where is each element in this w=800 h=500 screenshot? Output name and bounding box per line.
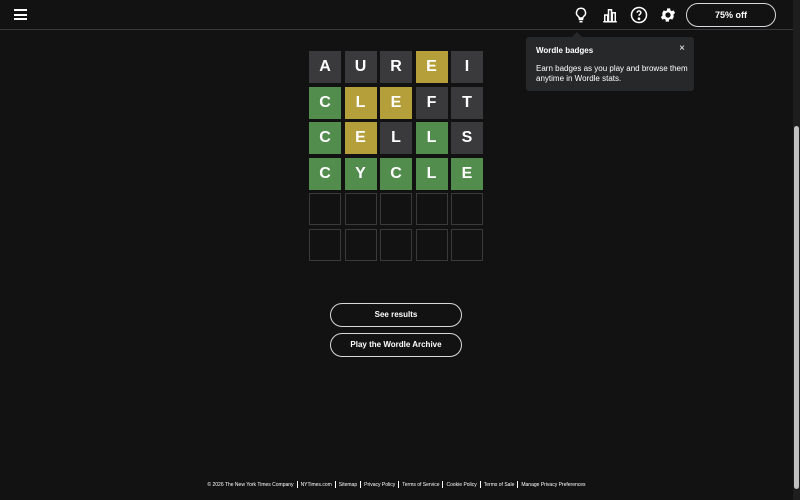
letter-tile: E [380,86,412,119]
empty-tile [415,193,448,225]
empty-tile [344,193,377,225]
empty-tile [451,228,483,261]
letter-tile: E [415,51,448,83]
letter-tile: C [309,86,341,119]
letter-tile: I [451,51,483,83]
empty-tile [309,228,341,261]
board-row: CYCLE [309,157,483,190]
letter-tile: C [309,122,341,154]
board-row: CLEFT [309,86,483,119]
tooltip-body: Earn badges as you play and browse them … [536,64,688,83]
empty-tile [344,228,377,261]
letter-tile: U [344,51,377,83]
board-row: AUREI [309,51,483,83]
letter-tile: L [344,86,377,119]
footer-copyright: © 2026 The New York Times Company [207,481,294,488]
empty-tile [380,228,412,261]
footer-link-sitemap[interactable]: Sitemap [336,482,360,488]
scrollbar[interactable] [793,0,800,500]
footer-link-privacy-policy[interactable]: Privacy Policy [361,482,398,488]
letter-tile: R [380,51,412,83]
stats-icon[interactable] [601,6,619,24]
board-row [309,193,483,225]
footer: © 2026 The New York Times Company NYTimes… [0,481,793,488]
see-results-button[interactable]: See results [330,303,462,327]
badges-tooltip: Wordle badges × Earn badges as you play … [526,37,694,91]
empty-tile [451,193,483,225]
board-row: CELLS [309,122,483,154]
letter-tile: E [344,122,377,154]
empty-tile [380,193,412,225]
letter-tile: C [380,157,412,190]
footer-link-manage-privacy[interactable]: Manage Privacy Preferences [518,482,588,488]
letter-tile: E [451,157,483,190]
footer-link-nytimes[interactable]: NYTimes.com [298,482,335,488]
scrollbar-thumb[interactable] [794,126,799,489]
footer-link-cookie-policy[interactable]: Cookie Policy [443,482,479,488]
letter-tile: C [309,157,341,190]
play-archive-button[interactable]: Play the Wordle Archive [330,333,462,357]
gear-icon[interactable] [659,6,677,24]
footer-link-terms-of-sale[interactable]: Terms of Sale [481,482,518,488]
menu-icon[interactable] [14,9,27,20]
subscribe-button[interactable]: 75% off [686,3,776,27]
game-board: AUREICLEFTCELLSCYCLE [309,51,483,264]
letter-tile: Y [344,157,377,190]
letter-tile: L [415,122,448,154]
letter-tile: L [415,157,448,190]
letter-tile: S [451,122,483,154]
footer-link-terms-of-service[interactable]: Terms of Service [399,482,442,488]
top-navigation-bar: 75% off [0,0,793,30]
letter-tile: F [415,86,448,119]
empty-tile [415,228,448,261]
help-icon[interactable] [630,6,648,24]
letter-tile: T [451,86,483,119]
lightbulb-icon[interactable] [572,6,590,24]
letter-tile: A [309,51,341,83]
board-row [309,228,483,261]
empty-tile [309,193,341,225]
tooltip-title: Wordle badges [536,46,594,55]
close-icon[interactable]: × [679,44,685,54]
letter-tile: L [380,122,412,154]
